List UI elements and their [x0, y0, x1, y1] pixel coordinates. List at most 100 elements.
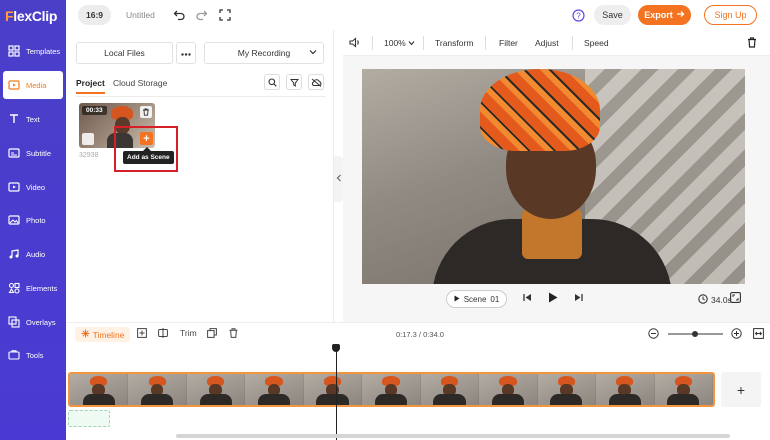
add-frame-icon[interactable]: [137, 328, 147, 338]
undo-icon[interactable]: [172, 8, 186, 22]
tools-icon: [7, 348, 21, 362]
photo-icon: [7, 213, 21, 227]
next-icon[interactable]: [574, 293, 583, 302]
volume-icon[interactable]: [349, 37, 361, 50]
playhead-line: [336, 346, 337, 440]
tab-cloud-storage[interactable]: Cloud Storage: [113, 78, 167, 88]
previous-icon[interactable]: [523, 293, 532, 302]
scene-selector[interactable]: Scene 01: [446, 290, 507, 308]
timeline-icon: [81, 329, 90, 340]
adjust-button[interactable]: Adjust: [535, 38, 559, 48]
search-icon[interactable]: [264, 74, 280, 90]
tab-project[interactable]: Project: [76, 78, 105, 94]
export-button[interactable]: Export: [638, 5, 691, 25]
arrow-right-icon: [676, 10, 685, 20]
recording-select[interactable]: My Recording: [204, 42, 324, 64]
track-frame: [70, 374, 129, 405]
track-frame: [128, 374, 187, 405]
sidebar-item-elements[interactable]: Elements: [3, 274, 63, 302]
track-frame: [420, 374, 480, 405]
toolbar-separator: [485, 36, 486, 50]
media-icon: [7, 78, 21, 92]
sidebar-item-subtitle[interactable]: Subtitle: [3, 139, 63, 167]
clock-icon: [698, 294, 708, 306]
local-files-button[interactable]: Local Files: [76, 42, 173, 64]
track-frame: [303, 374, 363, 405]
plus-icon: +: [736, 381, 746, 398]
transform-button[interactable]: Transform: [435, 38, 473, 48]
sidebar-item-tools[interactable]: Tools: [3, 341, 63, 369]
help-icon[interactable]: ?: [571, 8, 585, 22]
project-title[interactable]: Untitled: [126, 10, 155, 20]
export-label: Export: [644, 10, 673, 20]
track-frame: [245, 374, 304, 405]
more-dots-icon: [181, 48, 191, 59]
add-as-scene-button[interactable]: +: [140, 132, 153, 145]
zoom-select[interactable]: 100%: [384, 38, 415, 48]
scene-icon[interactable]: [82, 133, 94, 145]
video-icon: [7, 180, 21, 194]
more-options-button[interactable]: [176, 42, 196, 64]
video-track[interactable]: [68, 372, 715, 407]
timeline-ruler[interactable]: [66, 344, 770, 370]
trash-icon[interactable]: [229, 328, 238, 338]
zoom-slider-knob[interactable]: [692, 331, 698, 337]
track-frame: [596, 374, 655, 405]
sidebar-item-media[interactable]: Media: [3, 71, 63, 99]
expand-icon[interactable]: [730, 292, 741, 303]
playhead-handle[interactable]: [332, 344, 340, 352]
speed-button[interactable]: Speed: [584, 38, 609, 48]
duration-value: 34.0s: [711, 295, 732, 305]
sidebar-item-audio[interactable]: Audio: [3, 240, 63, 268]
aspect-ratio-button[interactable]: 16:9: [78, 5, 111, 25]
track-frame: [654, 374, 713, 405]
subtitle-icon: [7, 146, 21, 160]
flexclip-logo[interactable]: FlexClip: [5, 8, 57, 24]
overlays-icon: [7, 315, 21, 329]
timeline-button[interactable]: Timeline: [75, 327, 130, 342]
sidebar-item-label: Elements: [26, 283, 58, 293]
sidebar-item-photo[interactable]: Photo: [3, 206, 63, 234]
sidebar-item-overlays[interactable]: Overlays: [3, 308, 63, 336]
split-icon[interactable]: [158, 328, 168, 338]
fullscreen-icon[interactable]: [218, 8, 232, 22]
sidebar-item-label: Photo: [26, 215, 46, 225]
zoom-value: 100%: [384, 38, 406, 48]
redo-icon[interactable]: [194, 8, 208, 22]
sidebar-item-label: Text: [26, 114, 40, 124]
trash-icon[interactable]: [140, 106, 152, 118]
top-bar: 16:9 Untitled ? Save Export Sign Up: [66, 0, 770, 30]
cloud-off-icon[interactable]: [308, 74, 324, 90]
track-frame: [479, 374, 538, 405]
add-clip-button[interactable]: +: [721, 372, 761, 407]
collapse-panel-handle[interactable]: [334, 156, 343, 202]
sign-up-button[interactable]: Sign Up: [704, 5, 757, 25]
filter-button[interactable]: Filter: [499, 38, 518, 48]
editor-toolbar: 100% Transform Filter Adjust Speed: [343, 30, 770, 56]
fit-timeline-icon[interactable]: [753, 328, 764, 339]
sidebar-item-text[interactable]: Text: [3, 105, 63, 133]
timeline-time: 0:17.3 / 0:34.0: [396, 330, 444, 339]
audio-track[interactable]: [68, 410, 110, 427]
total-duration: 34.0s: [698, 294, 732, 306]
duplicate-icon[interactable]: [207, 328, 217, 338]
horizontal-scrollbar[interactable]: [176, 434, 730, 438]
track-frame: [186, 374, 246, 405]
zoom-in-icon[interactable]: [731, 328, 742, 339]
video-preview[interactable]: [362, 69, 745, 284]
delete-icon[interactable]: [747, 37, 757, 50]
chevron-down-icon: [309, 48, 317, 58]
sidebar-item-label: Media: [26, 80, 47, 90]
toolbar-separator: [372, 36, 373, 50]
filter-icon[interactable]: [286, 74, 302, 90]
panel-divider: [76, 96, 326, 97]
play-icon[interactable]: [548, 292, 558, 303]
sidebar-item-video[interactable]: Video: [3, 173, 63, 201]
sidebar-item-templates[interactable]: Templates: [3, 37, 63, 65]
svg-text:?: ?: [576, 11, 581, 20]
zoom-out-icon[interactable]: [648, 328, 659, 339]
sidebar-item-label: Tools: [26, 350, 44, 360]
save-button[interactable]: Save: [594, 5, 631, 25]
trim-button[interactable]: Trim: [180, 328, 197, 338]
sidebar-item-label: Audio: [26, 249, 46, 259]
